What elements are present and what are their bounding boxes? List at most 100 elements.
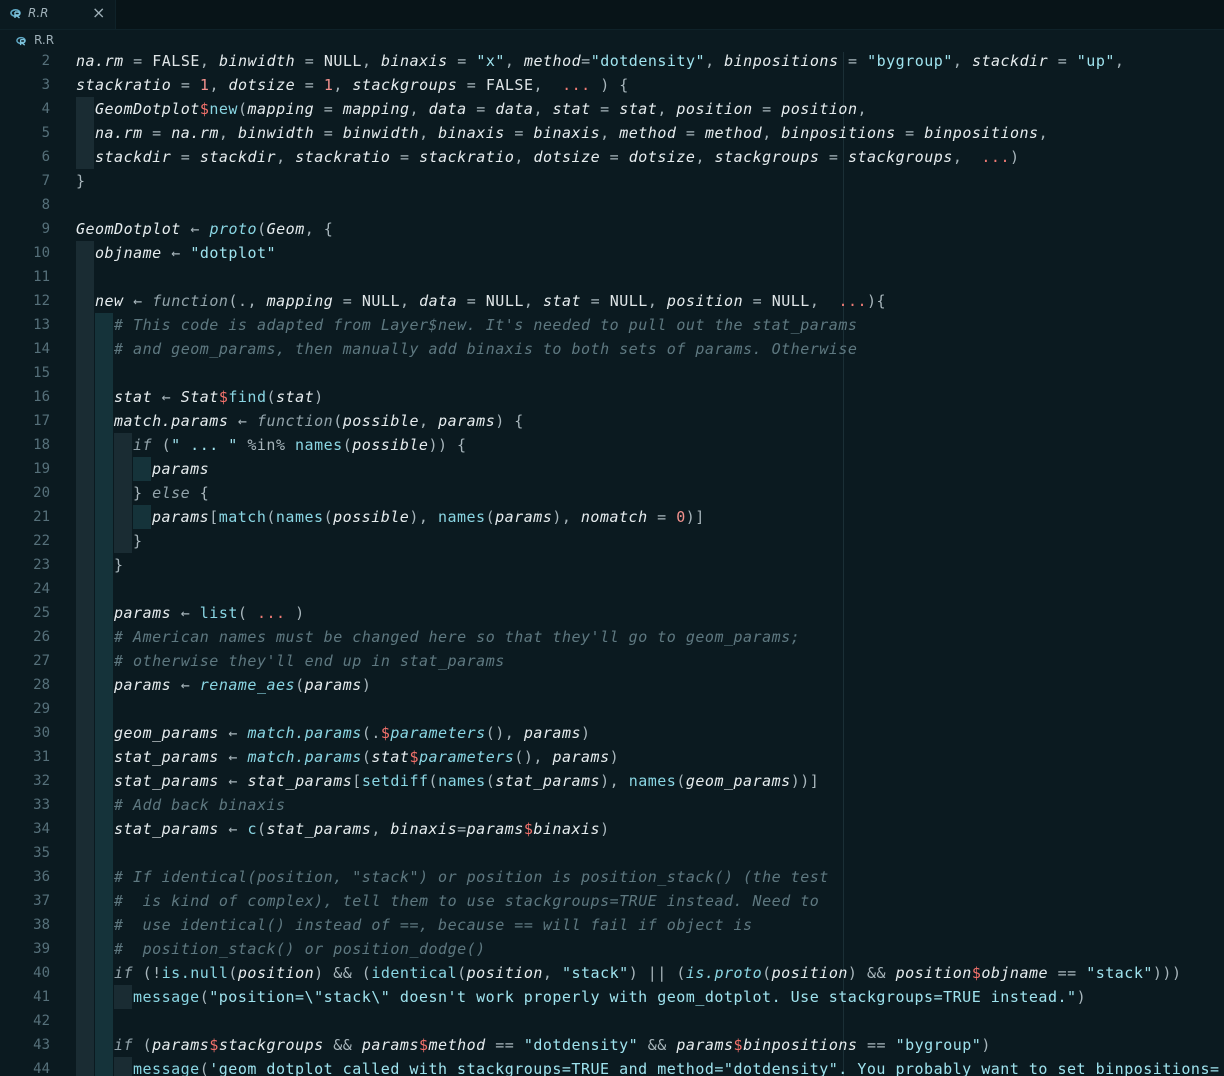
code-line[interactable]: if (!is.null(position) && (identical(pos… bbox=[114, 961, 1182, 985]
code-token: NULL bbox=[485, 292, 524, 310]
code-line[interactable]: } bbox=[114, 553, 124, 577]
code-token: possible bbox=[333, 508, 410, 526]
code-token: , bbox=[695, 148, 715, 166]
code-token: stat bbox=[114, 388, 153, 406]
indent-guide bbox=[76, 505, 94, 529]
code-line[interactable]: new ← function(., mapping = NULL, data =… bbox=[95, 289, 886, 313]
code-line[interactable]: stackdir = stackdir, stackratio = stackr… bbox=[95, 145, 1020, 169]
code-token: stat bbox=[542, 292, 582, 310]
indent-guide bbox=[76, 1033, 94, 1057]
code-line[interactable]: message("position=\"stack\" doesn't work… bbox=[133, 985, 1086, 1009]
line-number: 39 bbox=[33, 941, 50, 957]
code-token: data bbox=[495, 100, 534, 118]
code-token: , bbox=[419, 124, 439, 142]
code-line[interactable]: # Add back binaxis bbox=[114, 793, 286, 817]
code-line[interactable]: if (params$stackgroups && params$method … bbox=[114, 1033, 991, 1057]
indent-guide bbox=[95, 1033, 113, 1057]
tab-r-file[interactable]: R.R × bbox=[0, 0, 116, 29]
code-token: , bbox=[218, 124, 238, 142]
code-line[interactable]: # is kind of complex), tell them to use … bbox=[114, 889, 819, 913]
code-line[interactable]: # and geom_params, then manually add bin… bbox=[114, 337, 857, 361]
code-token: mapping bbox=[342, 100, 410, 118]
code-line[interactable]: geom_params ← match.params(.$parameters(… bbox=[114, 721, 591, 745]
code-token: 1 bbox=[323, 76, 334, 94]
code-line[interactable]: if (" ... " %in% names(possible)) { bbox=[133, 433, 467, 457]
code-token: (), bbox=[514, 748, 553, 766]
code-line[interactable]: GeomDotplot$new(mapping = mapping, data … bbox=[95, 97, 867, 121]
code-line[interactable]: } bbox=[76, 169, 86, 193]
code-token: params bbox=[152, 460, 210, 478]
code-token: ( bbox=[485, 772, 496, 790]
code-token: binaxis bbox=[533, 820, 601, 838]
code-line[interactable]: } bbox=[133, 529, 143, 553]
code-token: # American names must be changed here so… bbox=[114, 628, 801, 646]
code-line[interactable]: # position_stack() or position_dodge() bbox=[114, 937, 486, 961]
code-token: position bbox=[466, 964, 543, 982]
code-line[interactable]: stat_params ← stat_params[setdiff(names(… bbox=[114, 769, 819, 793]
breadcrumb-file[interactable]: R.R bbox=[34, 33, 54, 47]
code-token: = bbox=[752, 100, 782, 118]
code-line[interactable]: match.params ← function(possible, params… bbox=[114, 409, 524, 433]
indent-guide bbox=[95, 793, 113, 817]
code-token: " ... " bbox=[171, 436, 238, 454]
code-line[interactable]: params[match(names(possible), names(para… bbox=[152, 505, 705, 529]
code-token: } bbox=[133, 532, 143, 550]
code-line[interactable]: # American names must be changed here so… bbox=[114, 625, 800, 649]
indent-guide bbox=[76, 457, 94, 481]
code-token: Stat bbox=[180, 388, 219, 406]
code-line[interactable]: params bbox=[152, 457, 209, 481]
code-token: else bbox=[152, 484, 191, 502]
code-line[interactable]: params ← rename_aes(params) bbox=[114, 673, 371, 697]
code-line[interactable]: # otherwise they'll end up in stat_param… bbox=[114, 649, 505, 673]
code-token: match.params bbox=[114, 412, 229, 430]
code-line[interactable]: message('geom_dotplot called with stackg… bbox=[133, 1057, 1220, 1076]
code-token: , bbox=[371, 820, 391, 838]
editor-window: R.R × R.R 2 na.rm = FALSE, binwidth = NUL… bbox=[0, 0, 1224, 1076]
code-line[interactable]: params ← list( ... ) bbox=[114, 601, 305, 625]
line-number: 19 bbox=[33, 461, 50, 477]
code-line[interactable]: na.rm = na.rm, binwidth = binwidth, bina… bbox=[95, 121, 1048, 145]
indent-guide bbox=[114, 505, 132, 529]
indent-guide bbox=[76, 337, 94, 361]
code-line[interactable]: stat ← Stat$find(stat) bbox=[114, 385, 324, 409]
code-token: if bbox=[114, 964, 134, 982]
code-token: ← bbox=[161, 244, 191, 262]
code-token: ) && ( bbox=[314, 964, 372, 982]
code-token: = bbox=[295, 52, 324, 70]
indent-guide bbox=[95, 433, 113, 457]
line-number: 4 bbox=[41, 101, 50, 117]
code-token: , bbox=[857, 100, 868, 118]
code-token: , bbox=[1114, 52, 1125, 70]
code-line[interactable]: stackratio = 1, dotsize = 1, stackgroups… bbox=[76, 73, 629, 97]
line-number: 9 bbox=[41, 221, 50, 237]
code-token: ) { bbox=[590, 76, 629, 94]
code-token: rename_aes bbox=[199, 676, 296, 694]
code-token: , bbox=[409, 100, 429, 118]
code-token: dotsize bbox=[533, 148, 601, 166]
line-number: 5 bbox=[41, 125, 50, 141]
code-line[interactable]: GeomDotplot ← proto(Geom, { bbox=[76, 217, 333, 241]
line-number: 41 bbox=[33, 989, 50, 1005]
code-line[interactable]: objname ← "dotplot" bbox=[95, 241, 276, 265]
code-line[interactable]: stat_params ← match.params(stat$paramete… bbox=[114, 745, 619, 769]
indent-guide bbox=[95, 961, 113, 985]
code-editor[interactable]: 2 na.rm = FALSE, binwidth = NULL, binaxis… bbox=[0, 52, 1224, 1076]
code-line[interactable]: # This code is adapted from Layer$new. I… bbox=[114, 313, 857, 337]
code-token: binaxis bbox=[533, 124, 601, 142]
indent-guide bbox=[76, 745, 94, 769]
code-token: ) { bbox=[495, 412, 524, 430]
code-token: binpositions bbox=[781, 124, 896, 142]
close-icon[interactable]: × bbox=[92, 3, 105, 22]
code-token: = bbox=[838, 52, 868, 70]
code-token: mapping bbox=[266, 292, 334, 310]
code-line[interactable]: # If identical(position, "stack") or pos… bbox=[114, 865, 829, 889]
code-token: binpositions bbox=[743, 1036, 858, 1054]
indent-guide bbox=[114, 1057, 132, 1076]
indent-guide bbox=[76, 601, 94, 625]
code-line[interactable]: } else { bbox=[133, 481, 209, 505]
code-token: binaxis bbox=[381, 52, 448, 70]
code-token: setdiff bbox=[361, 772, 429, 790]
code-line[interactable]: na.rm = FALSE, binwidth = NULL, binaxis … bbox=[76, 52, 1124, 73]
code-line[interactable]: # use identical() instead of ==, because… bbox=[114, 913, 753, 937]
code-line[interactable]: stat_params ← c(stat_params, binaxis=par… bbox=[114, 817, 610, 841]
